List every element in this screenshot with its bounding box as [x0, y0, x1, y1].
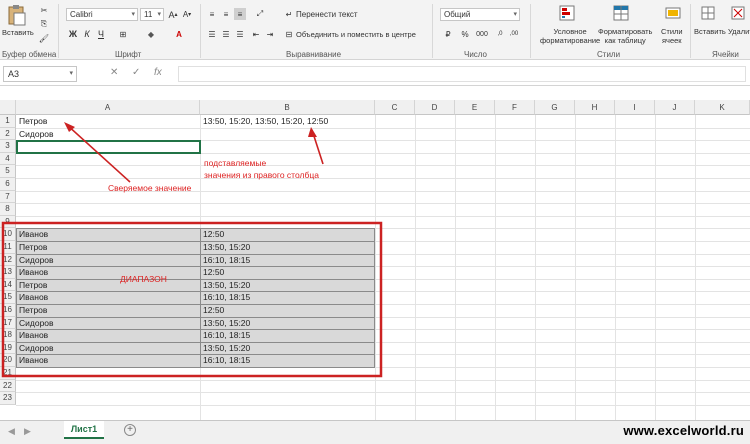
delete-cells-button[interactable]: Удалить — [728, 27, 750, 36]
annotation-substituted-line1: подставляемые — [204, 158, 267, 168]
decrease-indent-icon[interactable]: ⇤ — [250, 28, 262, 40]
align-center-icon[interactable]: ☰ — [220, 28, 232, 40]
number-format-select[interactable]: Общий — [440, 8, 520, 21]
number-group-label: Число — [464, 50, 488, 59]
font-color-icon[interactable]: A — [172, 28, 186, 40]
conditional-formatting-button[interactable]: Условное форматирование — [540, 27, 600, 45]
paste-button[interactable]: Вставить — [2, 28, 34, 37]
thousands-button[interactable]: 000 — [474, 28, 490, 40]
increase-indent-icon[interactable]: ⇥ — [264, 28, 276, 40]
currency-icon[interactable]: ₽ — [440, 28, 456, 40]
grow-font-icon[interactable]: A ▴ — [167, 8, 179, 21]
borders-icon[interactable]: ⊞ — [116, 28, 130, 40]
annotation-range: ДИАПАЗОН — [120, 274, 167, 284]
format-painter-icon[interactable]: 🖌 — [38, 32, 50, 44]
orientation-icon[interactable]: ⤢ — [254, 8, 266, 20]
cut-icon[interactable]: ✂ — [38, 4, 50, 16]
add-sheet-button[interactable]: + — [124, 424, 136, 436]
font-size-select[interactable]: 11 — [140, 8, 164, 21]
formula-bar: A3 ✕ ✓ fx — [0, 62, 750, 86]
align-middle-icon[interactable]: ≡ — [220, 8, 232, 20]
fill-color-icon[interactable]: ◆ — [144, 28, 158, 40]
cell-styles-icon[interactable] — [664, 4, 682, 22]
paste-icon[interactable] — [6, 4, 28, 26]
align-left-icon[interactable]: ☰ — [206, 28, 218, 40]
annotation-overlay — [1, 122, 383, 378]
wrap-text-icon[interactable]: ↵ — [284, 8, 294, 20]
cell-styles-button[interactable]: Стили ячеек — [661, 27, 683, 45]
format-as-table-icon[interactable] — [612, 4, 630, 22]
formula-input[interactable] — [178, 66, 746, 82]
percent-button[interactable]: % — [460, 28, 470, 40]
arrow-to-a1 — [65, 123, 131, 183]
font-group-label: Шрифт — [115, 50, 142, 59]
styles-group-label: Стили — [597, 50, 621, 59]
merge-center-button[interactable]: Объединить и поместить в центре — [296, 28, 416, 40]
merge-center-icon[interactable]: ⊟ — [284, 28, 294, 40]
underline-button[interactable]: Ч — [96, 28, 106, 40]
clipboard-group-label: Буфер обмена — [2, 50, 57, 59]
scroll-left-icon[interactable]: ◀ — [8, 426, 15, 437]
font-name-select[interactable]: Calibri — [66, 8, 138, 21]
align-top-icon[interactable]: ≡ — [206, 8, 218, 20]
watermark: www.excelworld.ru — [623, 423, 744, 438]
insert-function-icon[interactable]: fx — [154, 67, 162, 78]
ribbon: Вставить ✂ ⎘ 🖌 Буфер обмена Calibri 11 A… — [0, 0, 750, 60]
range-highlight-frame — [1, 221, 383, 378]
enter-icon[interactable]: ✓ — [132, 67, 140, 78]
align-right-icon[interactable]: ☰ — [234, 28, 246, 40]
italic-button[interactable]: К — [82, 28, 92, 40]
sheet-tab-bar: ◀ ▶ Лист1 + www.excelworld.ru — [0, 420, 750, 444]
wrap-text-button[interactable]: Перенести текст — [296, 8, 358, 20]
insert-cells-button[interactable]: Вставить — [694, 27, 726, 36]
worksheet-grid[interactable]: A B C D E F G H I J K 1 2 3 4 5 6 7 8 9 … — [0, 100, 750, 420]
sheet-tab-list1[interactable]: Лист1 — [64, 421, 104, 439]
scroll-right-icon[interactable]: ▶ — [24, 426, 31, 437]
copy-icon[interactable]: ⎘ — [38, 18, 50, 30]
format-as-table-button[interactable]: Форматировать как таблицу — [598, 27, 652, 45]
bold-button[interactable]: Ж — [68, 28, 78, 40]
conditional-formatting-icon[interactable] — [558, 4, 576, 22]
decrease-decimal-icon[interactable]: ,00 — [508, 28, 520, 40]
increase-decimal-icon[interactable]: ,0 — [494, 28, 506, 40]
insert-cells-icon[interactable] — [700, 4, 716, 22]
alignment-group-label: Выравнивание — [286, 50, 342, 59]
name-box[interactable]: A3 — [3, 66, 77, 82]
annotation-substituted-line2: значения из правого столбца — [204, 170, 319, 180]
delete-cells-icon[interactable] — [730, 4, 746, 22]
align-bottom-icon[interactable]: ≡ — [234, 8, 246, 20]
cells-group-label: Ячейки — [712, 50, 739, 59]
annotation-compared-value: Сверяемое значение — [108, 183, 192, 193]
shrink-font-icon[interactable]: A ▾ — [181, 8, 193, 21]
cancel-icon[interactable]: ✕ — [110, 67, 118, 78]
